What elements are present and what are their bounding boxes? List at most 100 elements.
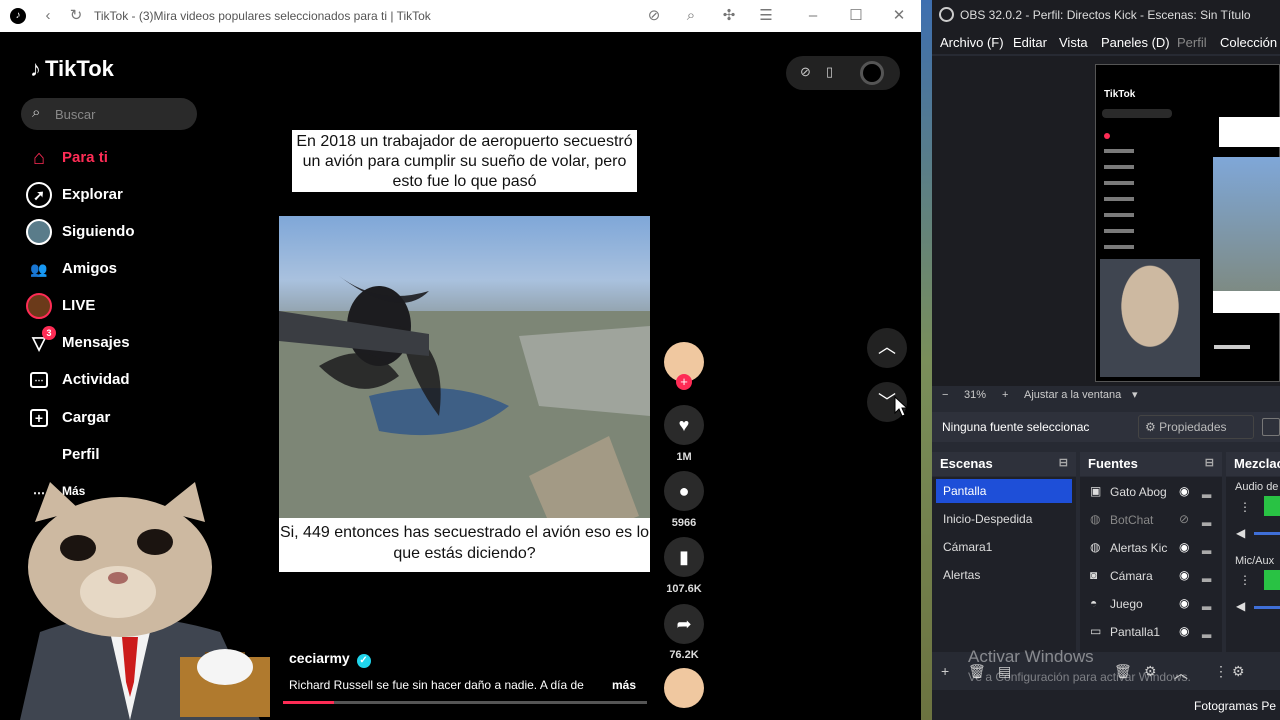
lock-icon[interactable]: ▂ [1202, 568, 1211, 582]
comment-button[interactable]: ● [664, 471, 704, 511]
menu-icon[interactable]: ☰ [756, 6, 776, 26]
video-progress-bar[interactable] [283, 701, 647, 704]
eye-icon[interactable]: ◉ [1179, 484, 1189, 498]
source-label: Alertas Kic [1110, 541, 1168, 555]
advanced-audio-icon[interactable]: ⚙ [1232, 663, 1245, 680]
status-bar: Fotogramas Pe [932, 690, 1280, 720]
like-button[interactable]: ♥ [664, 405, 704, 445]
speaker-icon[interactable]: ◀ [1236, 526, 1245, 540]
lock-icon[interactable]: ▂ [1202, 540, 1211, 554]
home-icon: ⌂ [32, 146, 46, 169]
save-button[interactable]: ▮ [664, 537, 704, 577]
toggle-icon[interactable] [860, 61, 884, 85]
desktop-gap [921, 0, 932, 720]
camera-icon: ◙ [1090, 568, 1098, 582]
video-caption-top: En 2018 un trabajador de aeropuerto secu… [292, 130, 637, 192]
filters-button[interactable] [1262, 418, 1280, 436]
no-source-label: Ninguna fuente seleccionac [942, 420, 1090, 434]
mouse-cursor-icon [894, 396, 909, 417]
zoom-bar: − 31% + Ajustar a la ventana ▾ [932, 386, 1280, 406]
share-button[interactable]: ➦ [664, 604, 704, 644]
add-scene-icon[interactable]: + [941, 663, 949, 679]
like-count: 1M [676, 451, 692, 463]
eye-icon[interactable]: ◉ [1179, 540, 1189, 554]
browser-window: ♪ ‹ ↻ TikTok - (3)Mira videos populares … [0, 0, 921, 720]
zoom-icon[interactable]: ⌕ [681, 6, 701, 26]
chevron-up-icon: ︿ [878, 337, 896, 357]
search-input[interactable]: ⌕ Buscar [21, 98, 197, 130]
preview-nav-dot [1104, 133, 1110, 139]
volume-slider[interactable] [1254, 532, 1280, 535]
nav-label: Para ti [62, 149, 108, 166]
more-vertical-icon[interactable]: ⋮ [1239, 573, 1251, 587]
fit-dropdown-icon[interactable]: ▾ [1132, 388, 1138, 401]
menu-vista[interactable]: Vista [1059, 35, 1088, 50]
menu-archivo[interactable]: Archivo (F) [940, 35, 1004, 50]
previous-video-button[interactable]: ︿ [867, 328, 907, 368]
properties-button[interactable]: ⚙ Propiedades [1138, 415, 1254, 439]
phone-icon[interactable]: ▯ [826, 64, 833, 80]
source-label: Cámara [1110, 569, 1153, 583]
lock-icon[interactable]: ▂ [1202, 624, 1211, 638]
friends-icon: 👥 [30, 260, 48, 277]
video-author[interactable]: ceciarmy ✓ [289, 650, 371, 668]
fit-to-window[interactable]: Ajustar a la ventana [1024, 389, 1121, 401]
profile-icon [26, 442, 52, 468]
eye-icon[interactable]: ◉ [1179, 624, 1189, 638]
music-disc[interactable] [664, 668, 704, 708]
settings-icon[interactable]: ⊘ [800, 64, 811, 80]
lock-icon[interactable]: ▂ [1202, 596, 1211, 610]
search-placeholder: Buscar [55, 107, 96, 122]
preview-video [1213, 157, 1280, 313]
dock-icon[interactable]: ⊟ [1059, 456, 1068, 469]
browser-titlebar: ♪ ‹ ↻ TikTok - (3)Mira videos populares … [0, 0, 921, 32]
cat-lawyer-overlay [20, 482, 270, 720]
video-progress-fill [283, 701, 334, 704]
reload-icon[interactable]: ↻ [66, 6, 86, 26]
obs-logo-icon [939, 7, 954, 22]
maximize-icon[interactable]: ☐ [846, 6, 866, 26]
more-vertical-icon[interactable]: ⋮ [1214, 663, 1228, 680]
lock-icon[interactable]: ▂ [1202, 512, 1211, 526]
menu-coleccion[interactable]: Colección [1220, 35, 1277, 50]
more-link[interactable]: más [612, 678, 636, 692]
comment-icon: ● [678, 480, 690, 501]
scene-item-alertas[interactable]: Alertas [936, 563, 1072, 587]
scene-item-inicio[interactable]: Inicio-Despedida [936, 507, 1072, 531]
lock-icon[interactable]: ▂ [1202, 484, 1211, 498]
sources-header: Fuentes ⊟ [1080, 452, 1222, 476]
nav-label: Amigos [62, 260, 118, 277]
menu-editar[interactable]: Editar [1013, 35, 1047, 50]
follow-button[interactable]: + [676, 374, 692, 390]
menu-perfil[interactable]: Perfil [1177, 35, 1207, 50]
audio-meter [1264, 570, 1280, 590]
scene-item-camara[interactable]: Cámara1 [936, 535, 1072, 559]
minimize-icon[interactable]: – [803, 6, 823, 26]
bookmark-icon: ▮ [679, 546, 689, 567]
zoom-in-icon[interactable]: + [1002, 389, 1008, 401]
obs-preview[interactable]: TikTok [932, 56, 1280, 386]
menu-paneles[interactable]: Paneles (D) [1101, 35, 1170, 50]
back-icon[interactable]: ‹ [38, 6, 58, 26]
volume-slider[interactable] [1254, 606, 1280, 609]
dock-icon[interactable]: ⊟ [1205, 456, 1214, 469]
video-description: Richard Russell se fue sin hacer daño a … [289, 678, 584, 692]
eye-icon[interactable]: ◉ [1179, 568, 1189, 582]
tiktok-logo[interactable]: ♪ TikTok [30, 56, 114, 82]
display-controls: ⊘ ▯ [786, 56, 900, 90]
extension-icon[interactable]: ⊘ [644, 6, 664, 26]
live-icon [26, 293, 52, 319]
more-vertical-icon[interactable]: ⋮ [1239, 500, 1251, 514]
logo-text: TikTok [45, 56, 114, 81]
puzzle-icon[interactable]: ✣ [719, 6, 739, 26]
source-label: Juego [1110, 597, 1143, 611]
speaker-icon[interactable]: ◀ [1236, 599, 1245, 613]
source-label: BotChat [1110, 513, 1154, 527]
close-icon[interactable]: ✕ [889, 6, 909, 26]
source-toolbar: Ninguna fuente seleccionac ⚙ Propiedades [932, 412, 1280, 442]
zoom-out-icon[interactable]: − [942, 389, 948, 401]
eye-icon[interactable]: ◉ [1179, 596, 1189, 610]
scene-item-pantalla[interactable]: Pantalla [936, 479, 1072, 503]
obs-window: OBS 32.0.2 - Perfil: Directos Kick - Esc… [932, 0, 1280, 720]
eye-hidden-icon[interactable]: ⊘ [1179, 512, 1189, 526]
